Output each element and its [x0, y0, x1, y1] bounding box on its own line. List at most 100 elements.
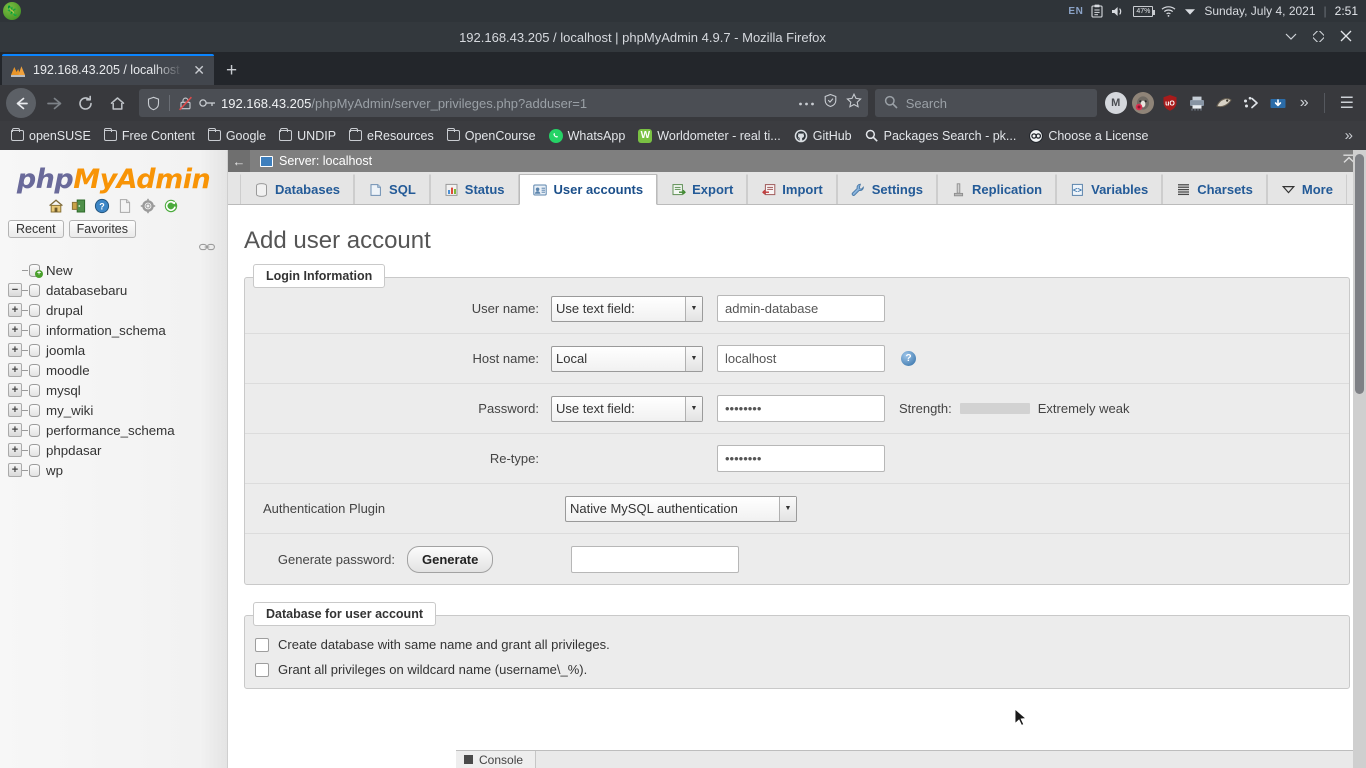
help-icon[interactable]: ? [901, 351, 916, 366]
toolbar-overflow-icon[interactable]: » [1294, 94, 1315, 112]
generated-password-input[interactable] [571, 545, 740, 573]
db-tree-item-my-wiki[interactable]: + my_wiki [8, 400, 227, 420]
bookmark-opencourse[interactable]: OpenCourse [441, 126, 542, 146]
maximize-button[interactable] [1311, 28, 1326, 45]
console-bar[interactable]: Console [456, 750, 1366, 768]
hostname-input[interactable] [717, 345, 885, 372]
toggle-sync-icon[interactable] [199, 242, 215, 254]
db-tree-item-drupal[interactable]: + drupal [8, 300, 227, 320]
tab-status[interactable]: Status [429, 174, 519, 204]
checkbox-row-create-db[interactable]: Create database with same name and grant… [245, 632, 1349, 657]
scrollbar-thumb[interactable] [1355, 154, 1364, 394]
username-mode-select[interactable]: Use text field: [551, 295, 703, 322]
downthemall-icon[interactable] [1267, 92, 1289, 114]
password-mode-select[interactable]: Use text field: [551, 395, 703, 422]
shield-icon[interactable] [145, 95, 162, 112]
tree-toggle-icon[interactable]: + [8, 343, 22, 357]
tree-toggle-icon[interactable]: + [8, 463, 22, 477]
tray-date[interactable]: Sunday, July 4, 2021 [1204, 4, 1315, 18]
bookmark-opensuse[interactable]: openSUSE [5, 126, 97, 146]
bookmark-free-content[interactable]: Free Content [98, 126, 201, 146]
auth-plugin-select[interactable]: Native MySQL authentication [565, 495, 797, 522]
tab-databases[interactable]: Databases [240, 174, 355, 204]
db-tree-item-phpdasar[interactable]: + phpdasar [8, 440, 227, 460]
create-database-checkbox[interactable] [255, 637, 269, 652]
retype-password-input[interactable] [717, 445, 885, 472]
hostname-mode-select[interactable]: Local [551, 345, 703, 372]
db-tree-item-performance-schema[interactable]: + performance_schema [8, 420, 227, 440]
home-button[interactable] [102, 88, 132, 118]
wildcard-privileges-checkbox[interactable] [255, 662, 269, 677]
opensuse-logo[interactable]: 🦎 [3, 2, 21, 20]
search-input[interactable]: Search [906, 96, 947, 111]
tab-user-accounts[interactable]: User accounts [518, 174, 658, 205]
search-bar[interactable]: Search [874, 89, 1097, 117]
back-button[interactable] [6, 88, 36, 118]
keyboard-language-indicator[interactable]: EN [1068, 6, 1083, 17]
url-text[interactable]: 192.168.43.205/phpMyAdmin/server_privile… [221, 96, 793, 111]
bookmark-packages-search[interactable]: Packages Search - pk... [859, 126, 1023, 146]
db-tree-item-mysql[interactable]: + mysql [8, 380, 227, 400]
db-tree-item-databasebaru[interactable]: − databasebaru [8, 280, 227, 300]
password-input[interactable] [717, 395, 885, 422]
volume-icon[interactable] [1111, 5, 1125, 18]
bookmarks-overflow-icon[interactable]: » [1345, 127, 1361, 144]
bookmark-eresources[interactable]: eResources [343, 126, 440, 146]
reader-mode-icon[interactable] [823, 93, 838, 113]
tab-settings[interactable]: Settings [836, 174, 938, 204]
privacy-badger-icon[interactable] [1131, 92, 1154, 114]
momentum-extension-icon[interactable]: M [1104, 92, 1127, 114]
console-toggle[interactable]: Console [456, 750, 537, 768]
documentation-icon[interactable]: ? [94, 198, 110, 214]
tree-toggle-icon[interactable]: + [8, 423, 22, 437]
bookmark-whatsapp[interactable]: WhatsApp [543, 126, 632, 146]
tree-toggle-icon[interactable]: + [8, 303, 22, 317]
collapse-sidebar-button[interactable]: ← [228, 150, 250, 172]
ublock-origin-icon[interactable]: uO [1159, 92, 1181, 114]
bookmark-star-icon[interactable] [845, 92, 862, 113]
sql-doc-icon[interactable] [117, 198, 133, 214]
tab-variables[interactable]: <> Variables [1056, 174, 1163, 204]
battery-icon[interactable]: 47% [1133, 5, 1156, 17]
tree-toggle-icon[interactable]: − [8, 283, 22, 297]
tab-more[interactable]: More [1266, 174, 1347, 204]
tab-sql[interactable]: SQL [354, 174, 430, 204]
phpmyadmin-logo[interactable]: phpMyAdmin [0, 164, 227, 195]
tab-replication[interactable]: Replication [937, 174, 1057, 204]
settings-gear-icon[interactable] [140, 198, 156, 214]
printer-extension-icon[interactable] [1186, 92, 1208, 114]
close-button[interactable] [1340, 30, 1352, 45]
browser-tab[interactable]: 192.168.43.205 / localhost ✕ [2, 54, 214, 85]
dark-reader-icon[interactable] [1213, 92, 1235, 114]
insecure-lock-icon[interactable] [177, 95, 194, 112]
page-actions-ellipsis-icon[interactable] [798, 94, 815, 112]
db-tree-item-joomla[interactable]: + joomla [8, 340, 227, 360]
db-tree-item-moodle[interactable]: + moodle [8, 360, 227, 380]
tree-toggle-icon[interactable]: + [8, 383, 22, 397]
wifi-icon[interactable] [1161, 5, 1176, 17]
refresh-icon[interactable] [163, 198, 179, 214]
colorzilla-icon[interactable] [1240, 92, 1262, 114]
bookmark-choose-a-license[interactable]: Choose a License [1023, 126, 1154, 146]
tree-toggle-icon[interactable]: + [8, 363, 22, 377]
tab-import[interactable]: Import [747, 174, 837, 204]
username-input[interactable] [717, 295, 885, 322]
url-bar[interactable]: 192.168.43.205/phpMyAdmin/server_privile… [139, 89, 868, 117]
key-icon[interactable] [199, 95, 216, 112]
dropdown-arrow-icon[interactable] [1184, 7, 1196, 16]
tab-close-icon[interactable]: ✕ [190, 63, 208, 77]
new-tab-button[interactable]: + [214, 60, 249, 82]
server-logout-icon[interactable] [71, 198, 87, 214]
firefox-menu-icon[interactable]: ☰ [1334, 93, 1360, 113]
tree-toggle-icon[interactable]: + [8, 443, 22, 457]
generate-button[interactable]: Generate [407, 545, 494, 573]
favorites-button[interactable]: Favorites [68, 220, 137, 238]
checkbox-row-wildcard[interactable]: Grant all privileges on wildcard name (u… [245, 657, 1349, 682]
tree-toggle-icon[interactable]: + [8, 403, 22, 417]
bookmark-worldometer[interactable]: W Worldometer - real ti... [632, 126, 786, 146]
bookmark-github[interactable]: GitHub [788, 126, 858, 146]
forward-button[interactable] [38, 88, 68, 118]
recent-button[interactable]: Recent [8, 220, 64, 238]
tree-toggle-icon[interactable]: + [8, 323, 22, 337]
bookmark-undip[interactable]: UNDIP [273, 126, 342, 146]
